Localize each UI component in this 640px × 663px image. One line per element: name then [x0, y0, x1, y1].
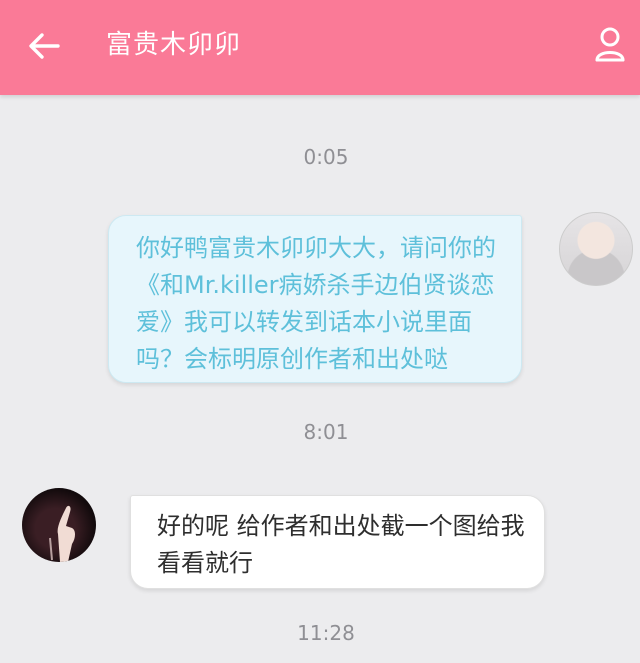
contact-avatar[interactable]: [22, 488, 96, 562]
message-timestamp: 0:05: [303, 145, 349, 169]
hand-icon: [49, 505, 75, 562]
my-avatar[interactable]: [559, 212, 633, 286]
outgoing-message-bubble[interactable]: 你好鸭富贵木卯卯大大，请问你的《和Mr.killer病娇杀手边伯贤谈恋爱》我可以…: [108, 215, 522, 383]
profile-button[interactable]: [590, 24, 630, 64]
chat-title: 富贵木卯卯: [106, 30, 242, 60]
message-timestamp: 8:01: [303, 420, 349, 444]
message-timestamp: 11:28: [297, 621, 355, 645]
top-bar: 富贵木卯卯: [0, 0, 640, 95]
back-button[interactable]: [24, 26, 64, 66]
arrow-left-icon: [29, 33, 60, 59]
user-icon: [595, 27, 625, 62]
incoming-message-bubble[interactable]: 好的呢 给作者和出处截一个图给我看看就行: [130, 495, 545, 589]
